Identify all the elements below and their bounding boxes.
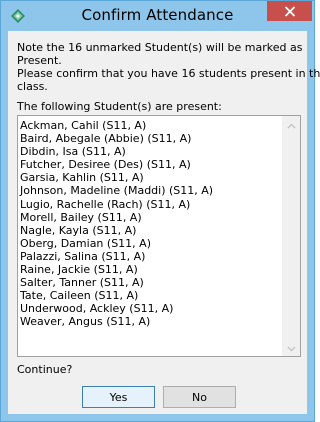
vertical-scrollbar[interactable] [282, 116, 300, 356]
list-item[interactable]: Palazzi, Salina (S11, A) [19, 250, 279, 263]
scroll-up-arrow-icon [287, 116, 296, 134]
message-line-1: Note the 16 unmarked Student(s) will be … [17, 41, 303, 54]
list-item[interactable]: Salter, Tanner (S11, A) [19, 276, 279, 289]
message-line-3: Please confirm that you have 16 students… [17, 67, 320, 80]
confirm-attendance-dialog: Confirm Attendance Note the 16 unmarked … [0, 0, 320, 422]
list-item[interactable]: Futcher, Desiree (Des) (S11, A) [19, 158, 279, 171]
list-item[interactable]: Johnson, Madeline (Maddi) (S11, A) [19, 184, 279, 197]
dialog-body: Note the 16 unmarked Student(s) will be … [8, 31, 320, 414]
message-line-4: class. [17, 80, 48, 93]
continue-prompt: Continue? [17, 363, 73, 376]
list-item[interactable]: Nagle, Kayla (S11, A) [19, 224, 279, 237]
scroll-down-arrow-icon [287, 339, 296, 357]
list-item[interactable]: Oberg, Damian (S11, A) [19, 237, 279, 250]
title-bar[interactable]: Confirm Attendance [1, 1, 314, 31]
list-item[interactable]: Dibdin, Isa (S11, A) [19, 145, 279, 158]
list-item[interactable]: Lugio, Rachelle (Rach) (S11, A) [19, 198, 279, 211]
message-line-2: Present. [17, 54, 62, 67]
student-list-box[interactable]: Ackman, Cahil (S11, A) Baird, Abegale (A… [17, 115, 301, 357]
list-item[interactable]: Weaver, Angus (S11, A) [19, 315, 279, 328]
list-item[interactable]: Garsia, Kahlin (S11, A) [19, 171, 279, 184]
list-item[interactable]: Baird, Abegale (Abbie) (S11, A) [19, 132, 279, 145]
list-item[interactable]: Ackman, Cahil (S11, A) [19, 119, 279, 132]
no-button[interactable]: No [163, 386, 236, 408]
list-item[interactable]: Tate, Caileen (S11, A) [19, 289, 279, 302]
list-item[interactable]: Raine, Jackie (S11, A) [19, 263, 279, 276]
yes-button[interactable]: Yes [82, 386, 155, 408]
student-list: Ackman, Cahil (S11, A) Baird, Abegale (A… [19, 119, 279, 329]
list-heading: The following Student(s) are present: [17, 100, 222, 113]
list-item[interactable]: Underwood, Ackley (S11, A) [19, 302, 279, 315]
list-item[interactable]: Morell, Bailey (S11, A) [19, 211, 279, 224]
scroll-down-button[interactable] [283, 339, 300, 356]
close-icon [284, 5, 296, 17]
close-button[interactable] [267, 1, 312, 21]
scroll-up-button[interactable] [283, 116, 300, 133]
